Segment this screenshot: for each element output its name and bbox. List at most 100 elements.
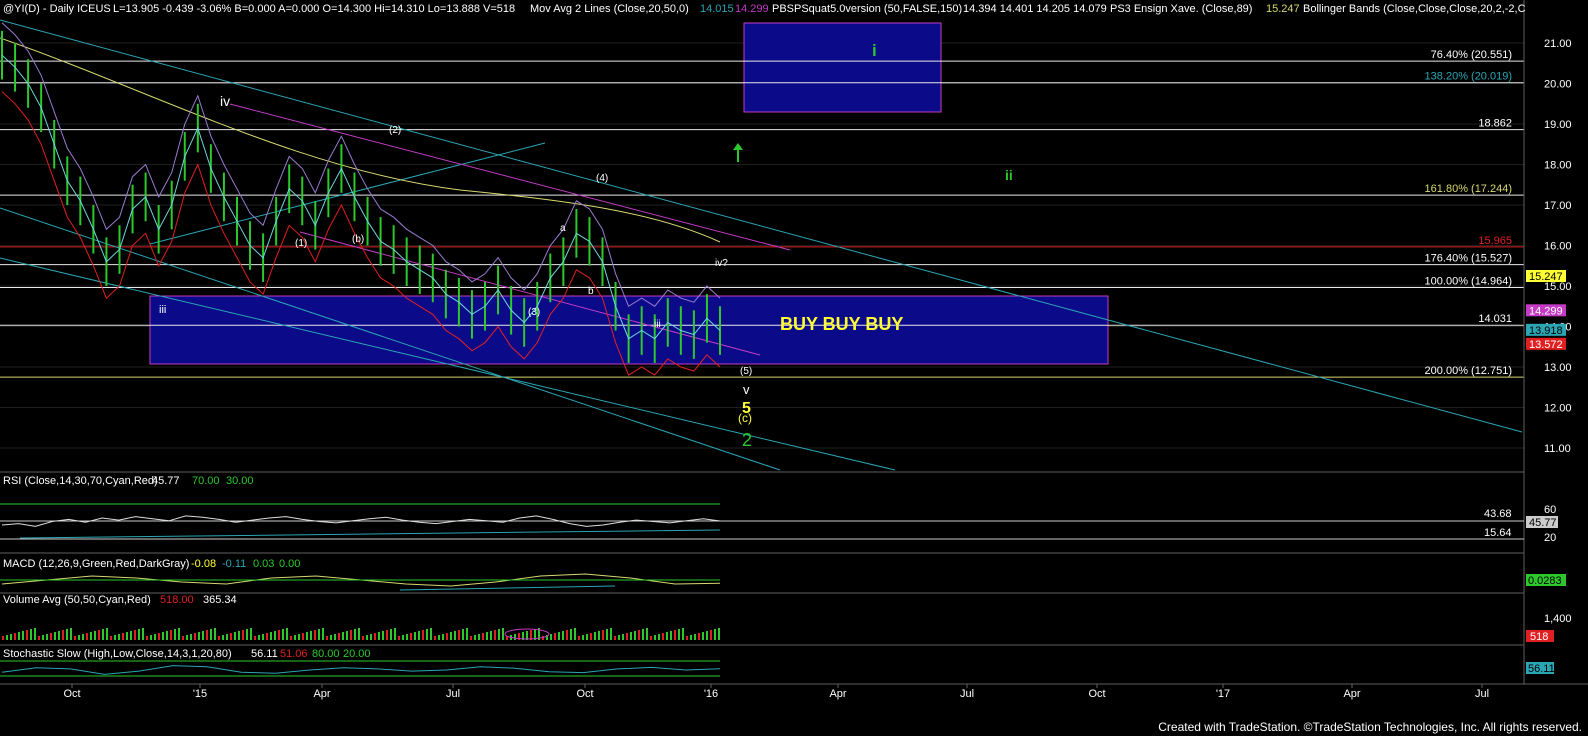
stoch-value: 56.11 xyxy=(251,648,278,660)
mav-value-2: 14.299 xyxy=(735,3,769,15)
wave-label: iii xyxy=(654,319,661,330)
volume-bar xyxy=(254,636,256,640)
volume-bar xyxy=(142,628,144,640)
volume-bar xyxy=(26,630,28,640)
volume-bar xyxy=(86,633,88,640)
volume-bar xyxy=(650,636,652,640)
volume-bar xyxy=(126,632,128,640)
volume-bar xyxy=(302,633,304,640)
macd-value: 0.03 xyxy=(253,558,274,570)
volume-bar xyxy=(306,632,308,640)
rsi-badge-label: 45.77 xyxy=(1529,517,1557,529)
volume-bar xyxy=(566,630,568,640)
wave-label: a xyxy=(560,223,566,234)
volume-bar xyxy=(382,631,384,640)
x-tick-label: Jul xyxy=(1475,688,1489,700)
rsi-level-label: 43.68 xyxy=(1484,508,1512,520)
volume-bar xyxy=(318,629,320,640)
price-badge-label: 13.918 xyxy=(1529,325,1563,337)
volume-bar xyxy=(450,632,452,640)
volume-bar xyxy=(470,636,472,640)
volume-bar xyxy=(206,630,208,640)
volume-bar xyxy=(338,633,340,640)
x-tick-label: Oct xyxy=(1088,688,1105,700)
x-tick-label: '15 xyxy=(193,688,207,700)
volume-bar xyxy=(442,634,444,640)
volume-bar xyxy=(166,631,168,640)
volume-bar xyxy=(586,634,588,640)
volume-bar xyxy=(14,633,16,640)
volume-bar xyxy=(74,636,76,640)
volume-bar xyxy=(642,629,644,640)
volume-bar xyxy=(398,636,400,640)
volume-bar xyxy=(670,631,672,640)
volume-bar xyxy=(202,631,204,640)
symbol-label: @YI(D) - Daily ICEUS xyxy=(3,3,111,15)
volume-bar xyxy=(282,629,284,640)
rsi-value: 45.77 xyxy=(152,475,180,487)
volume-bar xyxy=(218,636,220,640)
tradestation-chart[interactable]: 76.40% (20.551) 138.20% (20.019) 18.862 161… xyxy=(0,0,1588,736)
x-tick-label: Apr xyxy=(1343,688,1360,700)
volume-bar xyxy=(98,630,100,640)
volume-bar xyxy=(386,630,388,640)
rsi-oversold: 30.00 xyxy=(226,475,254,487)
volume-bar xyxy=(710,630,712,640)
volume-bar xyxy=(602,630,604,640)
volume-bar xyxy=(366,635,368,640)
rsi-level-label: 15.64 xyxy=(1484,527,1512,539)
price-badge-label: 15.247 xyxy=(1529,271,1563,283)
target-box xyxy=(743,22,942,113)
volume-bar xyxy=(170,630,172,640)
volume-bar xyxy=(402,635,404,640)
volume-bar xyxy=(634,631,636,640)
stoch-value: 51.06 xyxy=(280,648,308,660)
volume-bar xyxy=(66,629,68,640)
volume-bar xyxy=(554,633,556,640)
volume-bar xyxy=(426,629,428,640)
wave-label: (3) xyxy=(528,307,540,318)
volume-bar xyxy=(714,629,716,640)
buy-annotation: BUY BUY BUY xyxy=(780,314,903,334)
mav-value-1: 14.015 xyxy=(700,3,734,15)
volume-bar xyxy=(42,635,44,640)
price-badge-label: 13.572 xyxy=(1529,339,1563,351)
volume-bar xyxy=(362,636,364,640)
volume-title: Volume Avg (50,50,Cyan,Red) xyxy=(3,594,151,606)
wave-label: b xyxy=(588,286,594,297)
wave-label: iii xyxy=(159,304,166,316)
price-tick: 16.00 xyxy=(1544,241,1572,253)
level-label: 76.40% (20.551) xyxy=(1431,49,1512,61)
volume-bar xyxy=(294,635,296,640)
footer-copyright: Created with TradeStation. ©TradeStation… xyxy=(1158,720,1582,734)
volume-bar xyxy=(622,634,624,640)
x-tick-label: '17 xyxy=(1216,688,1230,700)
volume-bar xyxy=(346,631,348,640)
wave-label: (b) xyxy=(352,234,364,245)
volume-bar xyxy=(478,634,480,640)
volume-bar xyxy=(498,629,500,640)
macd-value: -0.08 xyxy=(191,558,216,570)
volume-bar xyxy=(258,635,260,640)
volume-bar xyxy=(222,635,224,640)
volume-bar xyxy=(34,628,36,640)
volume-bar xyxy=(430,628,432,640)
volume-bar xyxy=(486,632,488,640)
volume-bar xyxy=(330,635,332,640)
volume-bar xyxy=(38,636,40,640)
level-label: 161.80% (17.244) xyxy=(1425,183,1512,195)
volume-bar xyxy=(178,628,180,640)
volume-bar xyxy=(686,636,688,640)
volume-bar xyxy=(234,632,236,640)
volume-bar xyxy=(322,628,324,640)
volume-bar xyxy=(298,634,300,640)
volume-bar xyxy=(482,633,484,640)
volume-bar xyxy=(94,631,96,640)
x-tick-label: Oct xyxy=(63,688,80,700)
level-label: 18.862 xyxy=(1478,118,1512,130)
price-tick: 12.00 xyxy=(1544,403,1572,415)
volume-bar xyxy=(658,634,660,640)
squat-values: 14.394 14.401 14.205 14.079 xyxy=(963,3,1107,15)
volume-bar xyxy=(186,635,188,640)
volume-bar xyxy=(30,629,32,640)
